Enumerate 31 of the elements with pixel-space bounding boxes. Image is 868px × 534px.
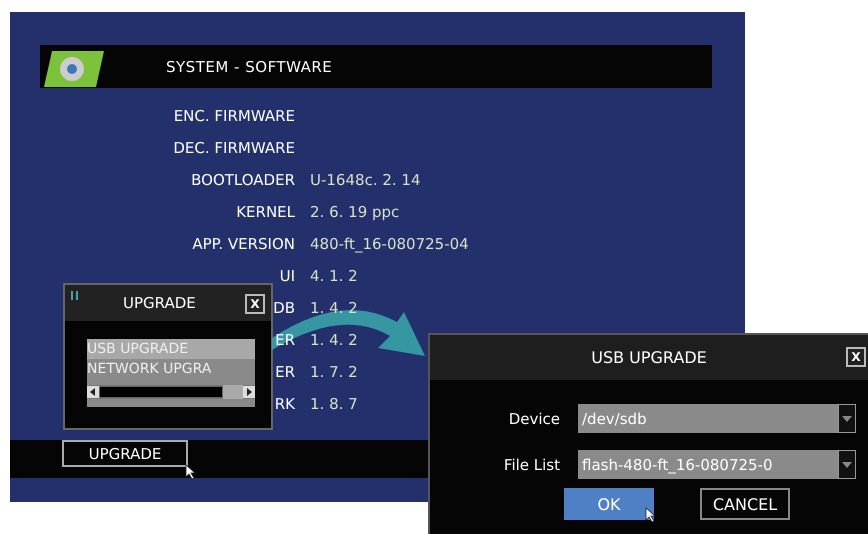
field-value: 4. 1. 2 — [310, 267, 359, 285]
field-label: APP. VERSION — [192, 235, 295, 253]
field-value: 1. 8. 7 — [310, 395, 359, 413]
dialog-title: UPGRADE — [123, 294, 196, 312]
field-value: 2. 6. 19 ppc — [310, 203, 400, 221]
list-item[interactable]: USB UPGRADE — [87, 339, 255, 359]
dropdown[interactable]: flash-480-ft_16-080725-0 — [578, 450, 856, 479]
dropdown[interactable]: /dev/sdb — [578, 404, 856, 433]
field-label: KERNEL — [236, 203, 295, 221]
field-label: DB — [273, 299, 295, 317]
field-label: BOOTLOADER — [191, 171, 295, 189]
field-value: 480-ft_16-080725-04 — [310, 235, 470, 253]
page-title: SYSTEM - SOFTWARE — [166, 58, 332, 76]
field-label: File List — [502, 456, 560, 474]
field-label: UI — [280, 267, 295, 285]
field-label: ER — [275, 363, 295, 381]
dialog-button[interactable]: CANCEL — [700, 488, 790, 520]
close-button[interactable]: X — [846, 347, 866, 367]
field-value: 1. 4. 2 — [310, 331, 359, 349]
field-label: RK — [274, 395, 295, 413]
field-value: U-1648c. 2. 14 — [310, 171, 422, 189]
close-button[interactable]: X — [245, 294, 265, 314]
field-label: ER — [275, 331, 295, 349]
list-item[interactable]: NETWORK UPGRA — [87, 359, 255, 379]
dialog-title: USB UPGRADE — [591, 348, 707, 367]
field-label: ENC. FIRMWARE — [174, 107, 295, 125]
field-label: Device — [508, 410, 560, 428]
dialog-button[interactable]: OK — [564, 488, 654, 520]
field-label: DEC. FIRMWARE — [173, 139, 295, 157]
upgrade-button[interactable]: UPGRADE — [62, 440, 188, 467]
field-value: 1. 7. 2 — [310, 363, 359, 381]
